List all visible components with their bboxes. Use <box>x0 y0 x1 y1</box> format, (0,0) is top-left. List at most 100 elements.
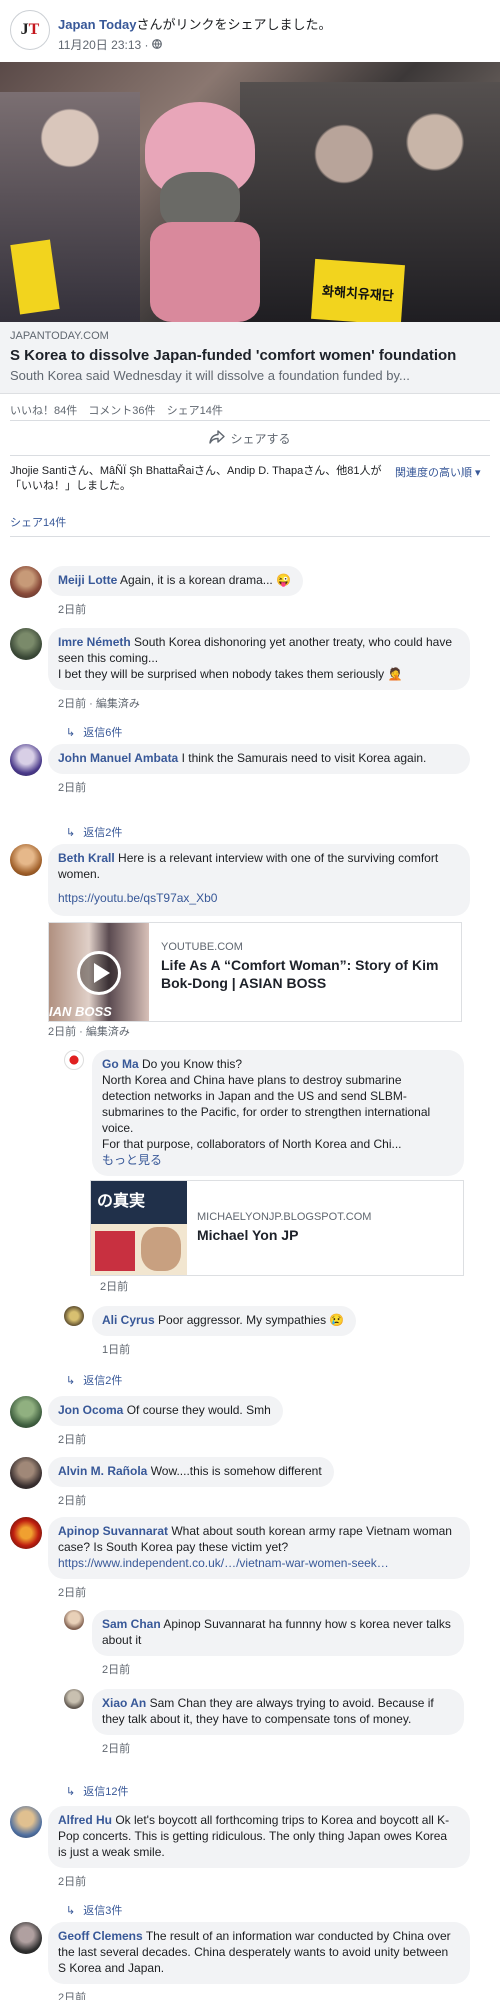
link-title[interactable]: S Korea to dissolve Japan-funded 'comfor… <box>10 346 490 366</box>
comment-text: Of course they would. Smh <box>126 1403 271 1417</box>
avatar[interactable] <box>10 1517 42 1549</box>
likers-text[interactable]: Jhojie Santiさん、MâÑÏ Şh BhattaŘaiさん、Andip… <box>10 464 385 508</box>
comment-item: Alfred Hu Ok let's boycott all forthcomi… <box>10 1806 470 1889</box>
comment-author[interactable]: Beth Krall <box>58 851 115 865</box>
comment-author[interactable]: Jon Ocoma <box>58 1403 123 1417</box>
view-replies-link[interactable]: ↳ 返信12件 <box>66 1783 128 1799</box>
reply-arrow-icon: ↳ <box>66 1375 76 1387</box>
reply-arrow-icon: ↳ <box>66 1905 76 1917</box>
comment-link[interactable]: https://www.independent.co.uk/…/vietnam-… <box>58 1556 389 1570</box>
comment-text: I think the Samurais need to visit Korea… <box>181 751 427 765</box>
see-more-link[interactable]: もっと見る <box>102 1153 162 1167</box>
share-button[interactable]: シェアする <box>10 420 490 456</box>
attachment-title: Life As A “Comfort Woman”: Story of Kim … <box>161 957 439 991</box>
comment-item: Meiji Lotte Again, it is a korean drama.… <box>10 566 304 617</box>
comment-item: John Manuel Ambata I think the Samurais … <box>10 744 470 795</box>
link-preview-card[interactable]: JAPANTODAY.COM S Korea to dissolve Japan… <box>0 322 500 394</box>
comment-text: Here is a relevant interview with one of… <box>58 851 439 881</box>
share-icon <box>209 429 230 447</box>
sort-dropdown[interactable]: 関連度の高い順 ▾ <box>395 464 481 508</box>
comment-item: Jon Ocoma Of course they would. Smh 2日前 <box>10 1396 283 1447</box>
comment-text: Wow....this is somehow different <box>150 1464 322 1478</box>
post-stats: いいね！84件 コメント36件 シェア14件 <box>0 394 500 420</box>
thumbnail-caption: の真実 <box>97 1193 146 1210</box>
avatar[interactable] <box>10 744 42 776</box>
shares-link[interactable]: シェア14件 <box>10 508 490 537</box>
comment-time[interactable]: 2日前 <box>100 1278 128 1294</box>
comment-text-2: North Korea and China have plans to dest… <box>102 1073 431 1135</box>
comment-text-2: I bet they will be surprised when nobody… <box>58 667 403 681</box>
attachment-title: Michael Yon JP <box>197 1227 299 1243</box>
avatar[interactable] <box>64 1610 84 1630</box>
comment-author[interactable]: Geoff Clemens <box>58 1929 143 1943</box>
avatar[interactable] <box>10 1922 42 1954</box>
comment-text: Sam Chan they are always trying to avoid… <box>102 1696 434 1726</box>
reply-item: Sam Chan Apinop Suvannarat ha funnny how… <box>64 1610 464 1677</box>
comment-time[interactable]: 2日前 · 編集済み <box>48 1023 130 1039</box>
comment-time[interactable]: 2日前 <box>102 1740 464 1756</box>
view-replies-link[interactable]: ↳ 返信3件 <box>66 1902 122 1918</box>
avatar[interactable] <box>64 1050 84 1070</box>
comment-author[interactable]: Ali Cyrus <box>102 1313 155 1327</box>
comments-count[interactable]: コメント36件 <box>88 405 155 417</box>
likers-row: Jhojie Santiさん、MâÑÏ Şh BhattaŘaiさん、Andip… <box>0 456 500 508</box>
comment-author[interactable]: Xiao An <box>102 1696 146 1710</box>
video-thumbnail: IAN BOSS <box>49 923 149 1021</box>
link-preview-image[interactable]: 화해치유재단 <box>0 62 500 322</box>
comment-text-3: For that purpose, collaborators of North… <box>102 1137 402 1151</box>
comment-text: Poor aggressor. My sympathies 😢 <box>158 1313 345 1327</box>
avatar[interactable] <box>10 628 42 660</box>
post-header: JT Japan Todayさんがリンクをシェアしました。 11月20日 23:… <box>0 0 500 62</box>
comment-time[interactable]: 2日前 <box>58 1873 470 1889</box>
avatar[interactable] <box>10 1457 42 1489</box>
comment-time[interactable]: 2日前 <box>58 1584 470 1600</box>
page-avatar[interactable]: JT <box>10 10 50 50</box>
comment-author[interactable]: John Manuel Ambata <box>58 751 178 765</box>
comment-time[interactable]: 2日前 · 編集済み <box>58 695 470 711</box>
avatar[interactable] <box>10 844 42 876</box>
view-replies-link[interactable]: ↳ 返信2件 <box>66 824 122 840</box>
comment-author[interactable]: Sam Chan <box>102 1617 161 1631</box>
reply-item: Xiao An Sam Chan they are always trying … <box>64 1689 464 1756</box>
comment-author[interactable]: Alfred Hu <box>58 1813 112 1827</box>
avatar[interactable] <box>10 1396 42 1428</box>
blog-attachment[interactable]: の真実 MICHAELYONJP.BLOGSPOT.COM Michael Yo… <box>90 1180 464 1276</box>
avatar[interactable] <box>10 566 42 598</box>
protest-sign: 화해치유재단 <box>311 258 405 322</box>
comment-time[interactable]: 2日前 <box>58 1492 334 1508</box>
comment-time[interactable]: 2日前 <box>58 779 470 795</box>
link-domain: JAPANTODAY.COM <box>10 330 109 342</box>
comment-time[interactable]: 2日前 <box>58 1989 470 2000</box>
play-icon <box>77 951 121 995</box>
comment-author[interactable]: Alvin M. Rañola <box>58 1464 147 1478</box>
comment-author[interactable]: Apinop Suvannarat <box>58 1524 168 1538</box>
avatar[interactable] <box>64 1689 84 1709</box>
reply-item: Ali Cyrus Poor aggressor. My sympathies … <box>64 1306 357 1357</box>
shared-text: さんがリンクをシェアしました。 <box>136 17 332 32</box>
view-replies-link[interactable]: ↳ 返信2件 <box>66 1372 122 1388</box>
comment-author[interactable]: Meiji Lotte <box>58 573 117 587</box>
comment-text: Do you Know this? <box>142 1057 243 1071</box>
post-timestamp[interactable]: 11月20日 23:13 · <box>58 38 152 52</box>
comment-time[interactable]: 1日前 <box>102 1341 356 1357</box>
youtube-attachment[interactable]: IAN BOSS YOUTUBE.COM Life As A “Comfort … <box>48 922 462 1022</box>
shares-count[interactable]: シェア14件 <box>167 405 223 417</box>
comment-item: Geoff Clemens The result of an informati… <box>10 1922 470 2000</box>
comment-time[interactable]: 2日前 <box>102 1661 464 1677</box>
comment-author[interactable]: Go Ma <box>102 1057 139 1071</box>
reply-item: Go Ma Do you Know this? North Korea and C… <box>64 1050 464 1176</box>
reply-arrow-icon: ↳ <box>66 1786 76 1798</box>
comment-time[interactable]: 2日前 <box>58 601 303 617</box>
view-replies-link[interactable]: ↳ 返信6件 <box>66 724 122 740</box>
attachment-domain: MICHAELYONJP.BLOGSPOT.COM <box>197 1211 372 1223</box>
comment-author[interactable]: Imre Németh <box>58 635 131 649</box>
globe-icon <box>151 38 162 52</box>
likes-count[interactable]: いいね！84件 <box>10 405 77 417</box>
avatar[interactable] <box>10 1806 42 1838</box>
page-name-link[interactable]: Japan Today <box>58 17 137 32</box>
thumbnail-caption: IAN BOSS <box>49 1004 112 1019</box>
comment-link[interactable]: https://youtu.be/qsT97ax_Xb0 <box>58 890 217 906</box>
avatar[interactable] <box>64 1306 84 1326</box>
comment-time[interactable]: 2日前 <box>58 1431 283 1447</box>
comment-item: Apinop Suvannarat What about south korea… <box>10 1517 470 1600</box>
